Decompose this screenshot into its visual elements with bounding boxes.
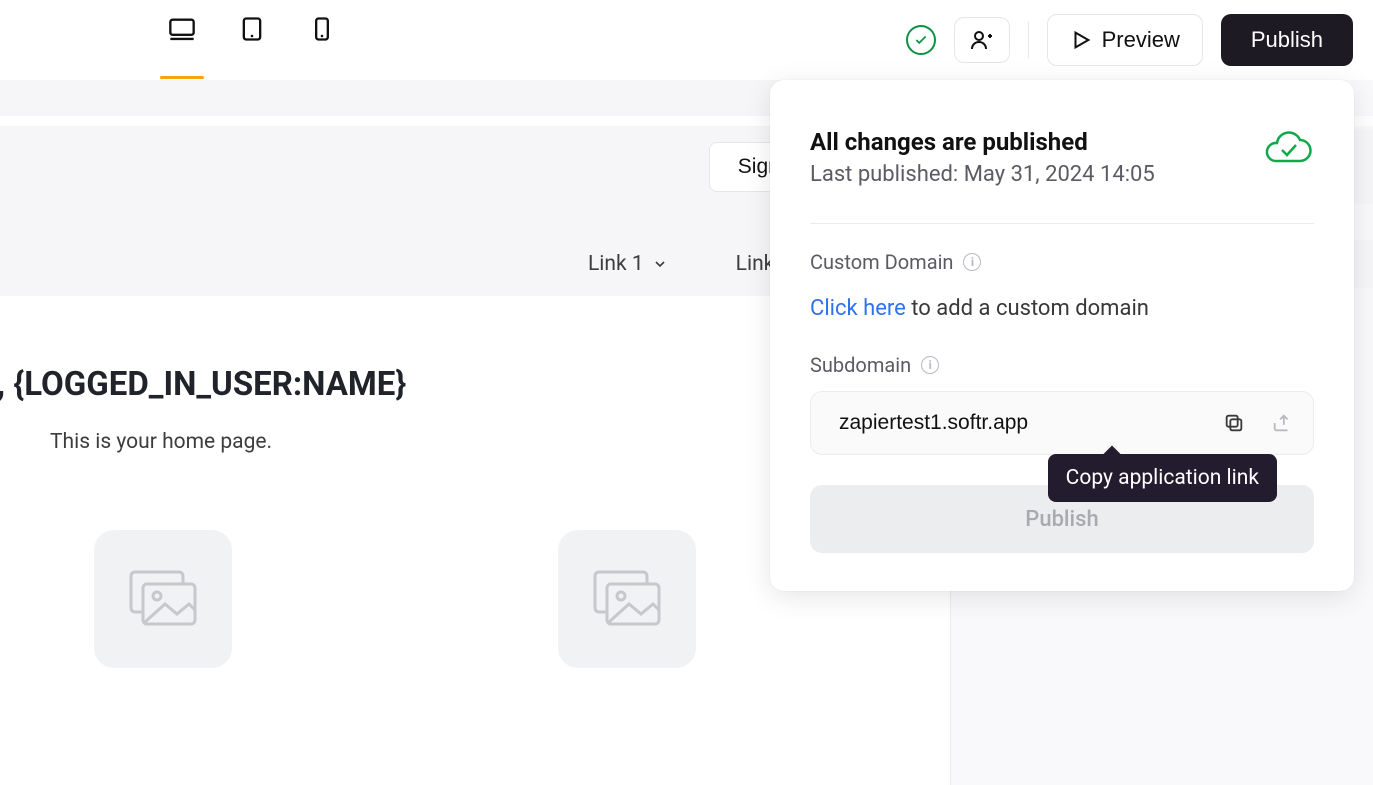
device-mobile[interactable]	[308, 15, 336, 65]
mobile-icon	[308, 15, 336, 43]
open-link-button[interactable]	[1261, 402, 1303, 444]
checkmark-icon	[914, 33, 928, 47]
invite-user-button[interactable]	[954, 17, 1010, 63]
add-custom-domain-link[interactable]: Click here	[810, 296, 906, 321]
image-placeholder-icon	[587, 564, 667, 634]
subdomain-label-row: Subdomain i	[810, 353, 1314, 377]
status-check-button[interactable]	[906, 25, 936, 55]
nav-link-1[interactable]: Link 1	[588, 252, 668, 276]
nav-link-1-label: Link 1	[588, 252, 644, 276]
toolbar-right: Preview Publish	[906, 14, 1353, 66]
cloud-check-icon	[1262, 128, 1314, 172]
subdomain-input[interactable]	[839, 411, 1207, 435]
device-desktop[interactable]	[168, 15, 196, 65]
publish-panel-header: All changes are published Last published…	[810, 128, 1314, 187]
subdomain-label: Subdomain	[810, 353, 911, 377]
custom-domain-label-row: Custom Domain i	[810, 250, 1314, 274]
device-tablet[interactable]	[238, 15, 266, 65]
panel-publish-label: Publish	[1025, 507, 1098, 532]
editor-toolbar: Preview Publish	[0, 0, 1373, 80]
custom-domain-label: Custom Domain	[810, 250, 953, 274]
custom-domain-suffix: to add a custom domain	[906, 296, 1149, 321]
user-plus-icon	[970, 28, 994, 52]
image-placeholder-icon	[123, 564, 203, 634]
desktop-icon	[168, 15, 196, 43]
toolbar-divider	[1028, 22, 1029, 58]
info-icon[interactable]: i	[921, 356, 939, 374]
device-switcher	[168, 15, 336, 65]
publish-button[interactable]: Publish	[1221, 14, 1353, 66]
publish-button-label: Publish	[1251, 27, 1323, 52]
nav-link-2[interactable]: Link	[736, 252, 775, 276]
nav-link-2-label: Link	[736, 252, 775, 276]
copy-link-tooltip: Copy application link	[1048, 454, 1277, 502]
publish-status-title: All changes are published	[810, 128, 1155, 156]
share-arrow-icon	[1271, 412, 1293, 434]
chevron-down-icon	[652, 256, 668, 272]
subdomain-field: Copy application link	[810, 391, 1314, 455]
custom-domain-text: Click here to add a custom domain	[810, 296, 1314, 321]
copy-icon	[1223, 412, 1245, 434]
preview-button[interactable]: Preview	[1047, 14, 1203, 66]
card-placeholder-1[interactable]	[94, 530, 232, 668]
preview-button-label: Preview	[1102, 27, 1180, 53]
play-icon	[1070, 29, 1092, 51]
info-icon[interactable]: i	[963, 253, 981, 271]
card-placeholder-2[interactable]	[558, 530, 696, 668]
publish-last-published: Last published: May 31, 2024 14:05	[810, 162, 1155, 187]
panel-separator	[810, 223, 1314, 224]
copy-link-button[interactable]: Copy application link	[1213, 402, 1255, 444]
tablet-icon	[238, 15, 266, 43]
publish-panel: All changes are published Last published…	[770, 80, 1354, 591]
